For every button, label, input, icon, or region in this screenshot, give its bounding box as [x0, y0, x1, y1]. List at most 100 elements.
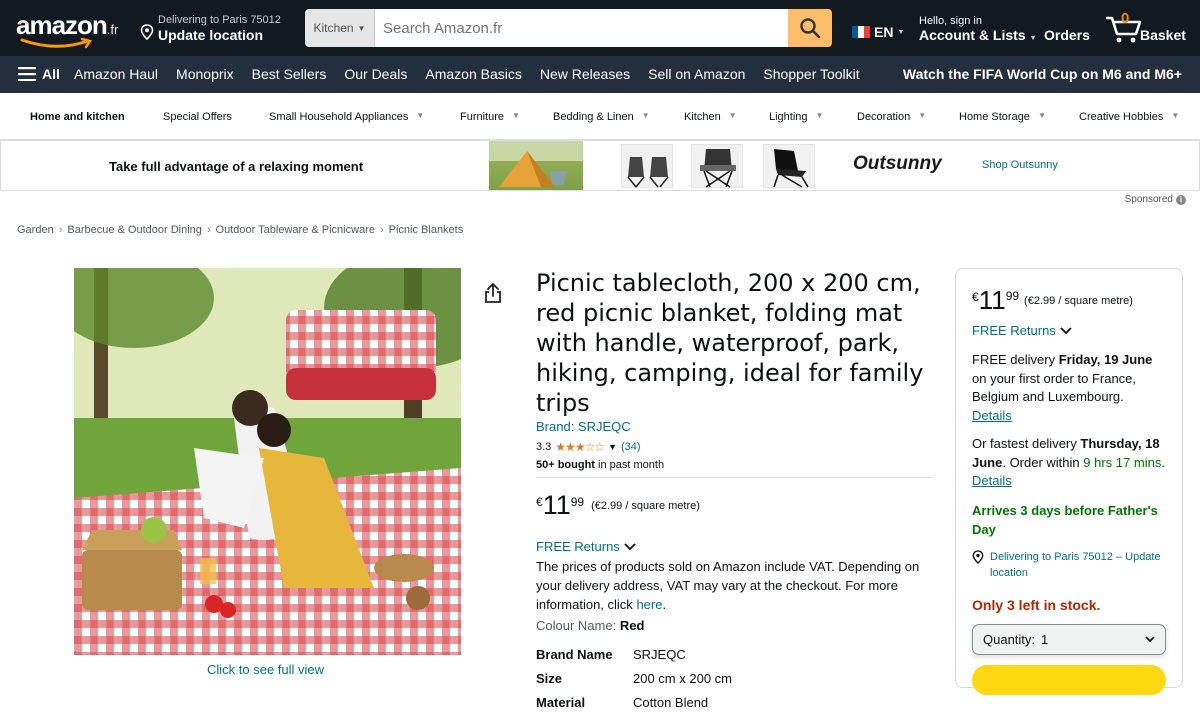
chevron-right-icon: ›: [206, 224, 211, 236]
banner-chair-image-1: [621, 144, 673, 188]
deliver-line2: Update location: [158, 27, 264, 43]
rating-summary: 3.3 ★★★☆☆ ▼ (34): [536, 440, 931, 454]
deliver-line1: Delivering to Paris 75012: [158, 14, 281, 26]
product-details: Picnic tablecloth, 200 x 200 cm, red pic…: [536, 268, 931, 719]
location-pin-icon: [140, 24, 154, 40]
search-category-dropdown[interactable]: Kitchen ▼: [305, 9, 375, 47]
nav-item-amazon-haul[interactable]: Amazon Haul: [74, 66, 158, 82]
subnav-furniture[interactable]: Furniture ▼: [460, 111, 520, 123]
subnav-decoration[interactable]: Decoration ▼: [857, 111, 926, 123]
banner-headline: Take full advantage of a relaxing moment: [109, 159, 364, 174]
caret-down-icon: ▼: [357, 23, 366, 33]
sponsored-banner[interactable]: Take full advantage of a relaxing moment…: [0, 140, 1200, 191]
free-returns-link[interactable]: FREE Returns: [536, 539, 931, 554]
buybox-free-returns-link[interactable]: FREE Returns: [972, 323, 1166, 338]
countdown: 9 hrs 17 mins: [1083, 454, 1162, 470]
chevron-down-icon[interactable]: ▼: [608, 442, 617, 452]
subnav-bedding[interactable]: Bedding & Linen ▼: [553, 111, 650, 123]
search-input[interactable]: [375, 9, 788, 47]
star-rating-icon[interactable]: ★★★☆☆: [555, 440, 605, 454]
sponsored-label: Sponsored i: [1125, 194, 1186, 205]
delivery-details-link[interactable]: Details: [972, 408, 1012, 423]
buybox-price: € 11 99 (€2.99 / square metre): [972, 285, 1133, 315]
delivery-location-link[interactable]: Delivering to Paris 75012 – Update locat…: [972, 549, 1166, 581]
product-image[interactable]: [74, 268, 461, 655]
spec-row: Material Cotton Blend: [536, 695, 709, 710]
price: € 11 99 (€2.99 / square metre): [536, 490, 700, 520]
nav-item-amazon-basics[interactable]: Amazon Basics: [425, 66, 521, 82]
nav-item-our-deals[interactable]: Our Deals: [344, 66, 407, 82]
breadcrumb-tableware[interactable]: Outdoor Tableware & Picnicware: [216, 224, 375, 236]
chevron-down-icon: ▼: [815, 111, 824, 120]
add-to-basket-button[interactable]: [972, 664, 1166, 695]
chevron-down-icon: ▼: [512, 111, 520, 120]
banner-tent-image: [489, 141, 583, 190]
search-button[interactable]: [788, 9, 832, 47]
share-button[interactable]: [484, 282, 502, 308]
unit-price: (€2.99 / square metre): [591, 500, 700, 512]
nav-item-shopper-toolkit[interactable]: Shopper Toolkit: [763, 66, 859, 82]
smile-icon: [20, 38, 93, 49]
brand-link[interactable]: Brand: SRJEQC: [536, 419, 931, 434]
chevron-down-icon: ▼: [728, 111, 737, 120]
chevron-right-icon: ›: [58, 224, 63, 236]
subnav-home-storage[interactable]: Home Storage ▼: [959, 111, 1046, 123]
nav-item-best-sellers[interactable]: Best Sellers: [252, 66, 327, 82]
chevron-down-icon: [1145, 635, 1155, 642]
nav-item-monoprix[interactable]: Monoprix: [176, 66, 234, 82]
breadcrumb-barbecue[interactable]: Barbecue & Outdoor Dining: [67, 224, 202, 236]
basket[interactable]: 0 Basket: [1104, 10, 1194, 46]
nav-item-new-releases[interactable]: New Releases: [540, 66, 630, 82]
breadcrumb-picnic-blankets[interactable]: Picnic Blankets: [389, 224, 464, 236]
account-lists[interactable]: Hello, sign in Account & Lists ▼: [919, 15, 1036, 43]
share-icon: [485, 282, 501, 303]
arrives-note: Arrives 3 days before Father's Day: [972, 502, 1158, 537]
chevron-down-icon: [1060, 326, 1072, 334]
caret-down-icon: ▼: [1029, 35, 1037, 42]
chevron-down-icon: ▼: [641, 111, 650, 120]
stock-status: Only 3 left in stock.: [972, 596, 1101, 613]
shop-outsunny-link[interactable]: Shop Outsunny: [982, 159, 1058, 171]
spec-table: Brand Name SRJEQC Size 200 cm x 200 cm Mat…: [536, 647, 931, 719]
vat-here-link[interactable]: here: [636, 597, 662, 612]
chevron-down-icon: ▼: [1171, 111, 1180, 120]
basket-count: 0: [1121, 10, 1130, 27]
orders-link[interactable]: Orders: [1044, 27, 1090, 43]
subnav-special-offers[interactable]: Special Offers: [163, 111, 232, 123]
banner-chair-image-3: [763, 144, 815, 188]
nav-item-sell-on-amazon[interactable]: Sell on Amazon: [648, 66, 745, 82]
all-menu-button[interactable]: All: [18, 66, 60, 82]
buy-box: € 11 99 (€2.99 / square metre) FREE Retu…: [955, 268, 1183, 695]
divider: [536, 477, 931, 478]
nav-promo-link[interactable]: Watch the FIFA World Cup on M6 and M6+: [903, 66, 1182, 82]
flag-france-icon: [852, 26, 870, 38]
subnav-small-appliances[interactable]: Small Household Appliances ▼: [269, 111, 424, 123]
subnav-home-kitchen[interactable]: Home and kitchen: [30, 111, 125, 123]
search-icon: [800, 18, 821, 39]
hamburger-icon: [18, 67, 36, 81]
product-title: Picnic tablecloth, 200 x 200 cm, red pic…: [536, 269, 924, 417]
language-selector[interactable]: EN ▼: [852, 24, 904, 40]
subnav-creative-hobbies[interactable]: Creative Hobbies ▼: [1079, 111, 1179, 123]
quantity-select[interactable]: Quantity: 1: [972, 623, 1166, 655]
banner-chair-image-2: [691, 144, 743, 188]
rating-count-link[interactable]: (34): [621, 441, 641, 453]
colour-name: Colour Name: Red: [536, 618, 645, 633]
amazon-logo[interactable]: amazon.fr: [16, 10, 126, 50]
basket-label: Basket: [1140, 27, 1186, 43]
spec-row: Brand Name SRJEQC: [536, 647, 686, 662]
chevron-down-icon: ▼: [1037, 111, 1046, 120]
info-icon[interactable]: i: [1176, 194, 1186, 205]
fast-details-link[interactable]: Details: [972, 473, 1012, 488]
breadcrumb-garden[interactable]: Garden: [17, 224, 54, 236]
top-nav: amazon.fr Delivering to Paris 75012 Upda…: [0, 0, 1200, 56]
delivery-info: FREE delivery Friday, 19 June on your fi…: [972, 352, 1153, 423]
rating-value: 3.3: [536, 441, 552, 453]
subnav-kitchen[interactable]: Kitchen ▼: [684, 111, 737, 123]
location-pin-icon: [972, 549, 984, 564]
chevron-down-icon: ▼: [416, 111, 425, 120]
fastest-delivery-info: Or fastest delivery Thursday, 18 June. O…: [972, 436, 1165, 488]
subnav-lighting[interactable]: Lighting ▼: [769, 111, 823, 123]
chevron-right-icon: ›: [379, 224, 384, 236]
main-nav: All Amazon Haul Monoprix Best Sellers Ou…: [0, 56, 1200, 93]
